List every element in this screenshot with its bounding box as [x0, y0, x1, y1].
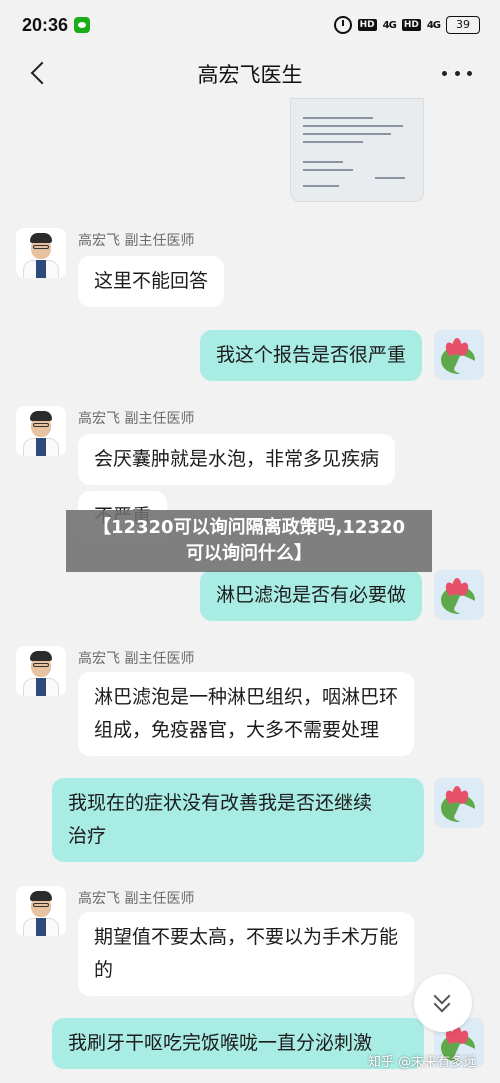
doctor-message-bubble[interactable]: 这里不能回答	[78, 256, 225, 307]
message-line: 期望值不要太高，不要以为手术万能	[94, 926, 399, 948]
page-title: 高宏飞医生	[197, 63, 303, 87]
title-overlay-banner: 【12320可以询问隔离政策吗,12320 可以询问什么】	[66, 510, 432, 572]
nav-bar: 高宏飞医生	[0, 50, 500, 98]
my-message-bubble[interactable]: 淋巴滤泡是否有必要做	[199, 570, 422, 621]
message-line: 我现在的症状没有改善我是否还继续	[68, 792, 373, 814]
chevron-double-down-icon[interactable]	[414, 974, 472, 1032]
doctor-avatar[interactable]	[16, 886, 66, 936]
chat-area[interactable]: 高宏飞 副主任医师 这里不能回答 我这个报告是否很严重 高宏飞 副主任医师 会厌…	[0, 98, 500, 1083]
overlay-line-1: 【12320可以询问隔离政策吗,12320	[92, 517, 406, 538]
status-bar: 20:36 HD 4G HD 4G 39	[0, 0, 500, 50]
doctor-name-label: 高宏飞 副主任医师	[78, 233, 195, 249]
doctor-message-bubble[interactable]: 淋巴滤泡是一种淋巴组织，咽淋巴环 组成，免疫器官，大多不需要处理	[78, 672, 415, 756]
doctor-message-bubble[interactable]: 会厌囊肿就是水泡，非常多见疾病	[78, 434, 396, 485]
more-icon[interactable]	[442, 68, 472, 78]
my-avatar[interactable]	[434, 778, 484, 828]
signal-1: 4G	[382, 19, 397, 31]
my-message-bubble[interactable]: 我这个报告是否很严重	[199, 330, 422, 381]
report-image[interactable]	[290, 98, 424, 202]
hd-badge-1: HD	[357, 19, 377, 31]
hd-badge-2: HD	[401, 19, 421, 31]
battery-level: 39	[446, 16, 480, 34]
overlay-line-2: 可以询问什么】	[186, 543, 312, 564]
status-time: 20:36	[22, 14, 69, 35]
doctor-message-bubble[interactable]: 期望值不要太高，不要以为手术万能 的	[78, 912, 415, 996]
doctor-avatar[interactable]	[16, 646, 66, 696]
doctor-name-label: 高宏飞 副主任医师	[78, 651, 195, 667]
message-line: 组成，免疫器官，大多不需要处理	[94, 719, 380, 741]
my-avatar[interactable]	[434, 330, 484, 380]
doctor-avatar[interactable]	[16, 406, 66, 456]
wechat-icon	[74, 17, 91, 33]
watermark: 知乎 @未来有多远	[368, 1055, 477, 1070]
doctor-name-label: 高宏飞 副主任医师	[78, 411, 195, 427]
signal-2: 4G	[426, 19, 441, 31]
message-line: 淋巴滤泡是一种淋巴组织，咽淋巴环	[94, 686, 399, 708]
doctor-avatar[interactable]	[16, 228, 66, 278]
my-avatar[interactable]	[434, 570, 484, 620]
status-indicators: HD 4G HD 4G 39	[333, 16, 480, 34]
my-message-bubble[interactable]: 我现在的症状没有改善我是否还继续 治疗	[52, 778, 424, 862]
back-arrow-icon[interactable]	[26, 60, 52, 86]
message-line: 治疗	[68, 825, 107, 847]
alarm-icon	[333, 16, 352, 34]
message-line: 的	[94, 959, 114, 981]
doctor-name-label: 高宏飞 副主任医师	[78, 891, 195, 907]
